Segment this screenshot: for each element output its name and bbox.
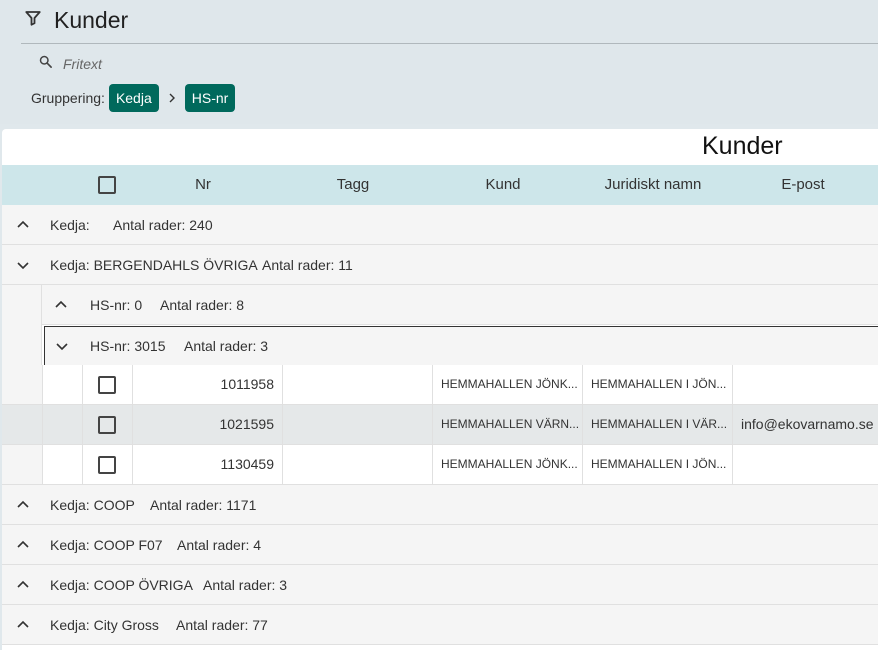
group-label: HS-nr: 0 bbox=[90, 297, 143, 313]
chevron-up-icon[interactable] bbox=[16, 498, 30, 512]
column-header-tagg[interactable]: Tagg bbox=[283, 165, 423, 205]
grid-panel: Kunder Nr Tagg Kund Juridiskt namn E-pos… bbox=[2, 129, 878, 650]
chevron-up-icon[interactable] bbox=[16, 218, 30, 232]
cell-kund: HEMMAHALLEN JÖNK... bbox=[432, 365, 582, 404]
group-row[interactable]: Kedja: COOP ÖVRIGA Antal rader: 3 bbox=[2, 565, 878, 605]
group-count: Antal rader: 4 bbox=[177, 537, 262, 553]
search-icon bbox=[38, 54, 53, 74]
select-all-checkbox[interactable] bbox=[98, 176, 116, 194]
row-checkbox[interactable] bbox=[98, 416, 116, 434]
cell-tagg bbox=[282, 445, 432, 484]
group-row[interactable]: Kedja: Antal rader: 240 bbox=[2, 205, 878, 245]
grid-title: Kunder bbox=[702, 132, 783, 160]
search-box bbox=[38, 54, 363, 74]
cell-kund: HEMMAHALLEN JÖNK... bbox=[432, 445, 582, 484]
cell-kund: HEMMAHALLEN VÄRN... bbox=[432, 405, 582, 444]
group-count: Antal rader: 3 bbox=[203, 577, 288, 593]
group-row[interactable]: Kedja: BERGENDAHLS ÖVRIGA Antal rader: 1… bbox=[2, 245, 878, 285]
cell-nr: 1130459 bbox=[132, 445, 282, 484]
cell-epost bbox=[732, 365, 878, 404]
chevron-down-icon[interactable] bbox=[16, 258, 30, 272]
group-count: Antal rader: 240 bbox=[113, 217, 213, 233]
group-label: Kedja: COOP bbox=[50, 497, 135, 513]
filter-icon[interactable] bbox=[24, 9, 42, 32]
row-checkbox[interactable] bbox=[98, 456, 116, 474]
cell-juridiskt-namn: HEMMAHALLEN I JÖN... bbox=[582, 445, 732, 484]
row-checkbox-cell bbox=[82, 365, 132, 404]
group-count: Antal rader: 8 bbox=[160, 297, 245, 313]
table-row[interactable]: 1021595 HEMMAHALLEN VÄRN... HEMMAHALLEN … bbox=[2, 405, 878, 445]
chevron-up-icon[interactable] bbox=[54, 298, 68, 312]
table-row[interactable]: 1130459 HEMMAHALLEN JÖNK... HEMMAHALLEN … bbox=[2, 445, 878, 485]
subgroup-row[interactable]: HS-nr: 0 Antal rader: 8 bbox=[42, 285, 878, 325]
row-indent bbox=[2, 445, 42, 484]
cell-tagg bbox=[282, 405, 432, 444]
chevron-right-icon bbox=[166, 92, 178, 104]
cell-juridiskt-namn: HEMMAHALLEN I JÖN... bbox=[582, 365, 732, 404]
title-row: Kunder bbox=[24, 6, 128, 34]
group-count: Antal rader: 3 bbox=[184, 338, 269, 354]
grouping-chip-hsnr[interactable]: HS-nr bbox=[184, 84, 236, 112]
group-count: Antal rader: 77 bbox=[176, 617, 268, 633]
group-count: Antal rader: 11 bbox=[262, 257, 353, 273]
cell-nr: 1021595 bbox=[132, 405, 282, 444]
row-checkbox[interactable] bbox=[98, 376, 116, 394]
row-indent bbox=[42, 405, 82, 444]
cell-epost[interactable]: info@ekovarnamo.se bbox=[732, 405, 878, 444]
grid-title-bar: Kunder bbox=[2, 129, 878, 165]
group-row[interactable]: Kedja: COOP F07 Antal rader: 4 bbox=[2, 525, 878, 565]
chevron-up-icon[interactable] bbox=[16, 538, 30, 552]
grouping-chip-kedja[interactable]: Kedja bbox=[108, 84, 159, 112]
page-title: Kunder bbox=[54, 6, 129, 33]
chevron-up-icon[interactable] bbox=[16, 618, 30, 632]
toolbar: Kunder Gruppering: Kedja HS-nr bbox=[0, 0, 878, 124]
group-label: Kedja: COOP ÖVRIGA bbox=[50, 577, 193, 593]
chevron-down-icon[interactable] bbox=[55, 339, 69, 353]
row-checkbox-cell bbox=[82, 405, 132, 444]
column-header-kund[interactable]: Kund bbox=[433, 165, 573, 205]
row-indent bbox=[2, 365, 42, 404]
table-row[interactable]: 1011958 HEMMAHALLEN JÖNK... HEMMAHALLEN … bbox=[2, 365, 878, 405]
cell-tagg bbox=[282, 365, 432, 404]
chevron-up-icon[interactable] bbox=[16, 578, 30, 592]
divider bbox=[21, 43, 878, 44]
group-label: HS-nr: 3015 bbox=[90, 338, 166, 354]
search-input[interactable] bbox=[63, 56, 363, 72]
row-indent bbox=[2, 405, 42, 444]
row-indent bbox=[42, 445, 82, 484]
group-row[interactable]: Kedja: COOP Antal rader: 1171 bbox=[2, 485, 878, 525]
group-row[interactable]: Kedja: City Gross Antal rader: 77 bbox=[2, 605, 878, 645]
group-label: Kedja: City Gross bbox=[50, 617, 159, 633]
cell-nr: 1011958 bbox=[132, 365, 282, 404]
group-label: Kedja: BERGENDAHLS ÖVRIGA bbox=[50, 257, 258, 273]
column-header-nr[interactable]: Nr bbox=[133, 165, 273, 205]
group-label: Kedja: bbox=[50, 217, 90, 233]
column-header-epost[interactable]: E-post bbox=[733, 165, 873, 205]
grid-header: Nr Tagg Kund Juridiskt namn E-post bbox=[2, 165, 878, 205]
cell-epost bbox=[732, 445, 878, 484]
grouping: Gruppering: Kedja HS-nr bbox=[31, 84, 236, 112]
row-checkbox-cell bbox=[82, 445, 132, 484]
row-indent bbox=[42, 365, 82, 404]
cell-juridiskt-namn: HEMMAHALLEN I VÄR... bbox=[582, 405, 732, 444]
grouping-label: Gruppering: bbox=[31, 90, 105, 106]
subgroup-row[interactable]: HS-nr: 3015 Antal rader: 3 bbox=[44, 326, 878, 366]
group-label: Kedja: COOP F07 bbox=[50, 537, 163, 553]
group-count: Antal rader: 1171 bbox=[150, 497, 257, 513]
column-header-juridiskt-namn[interactable]: Juridiskt namn bbox=[583, 165, 723, 205]
